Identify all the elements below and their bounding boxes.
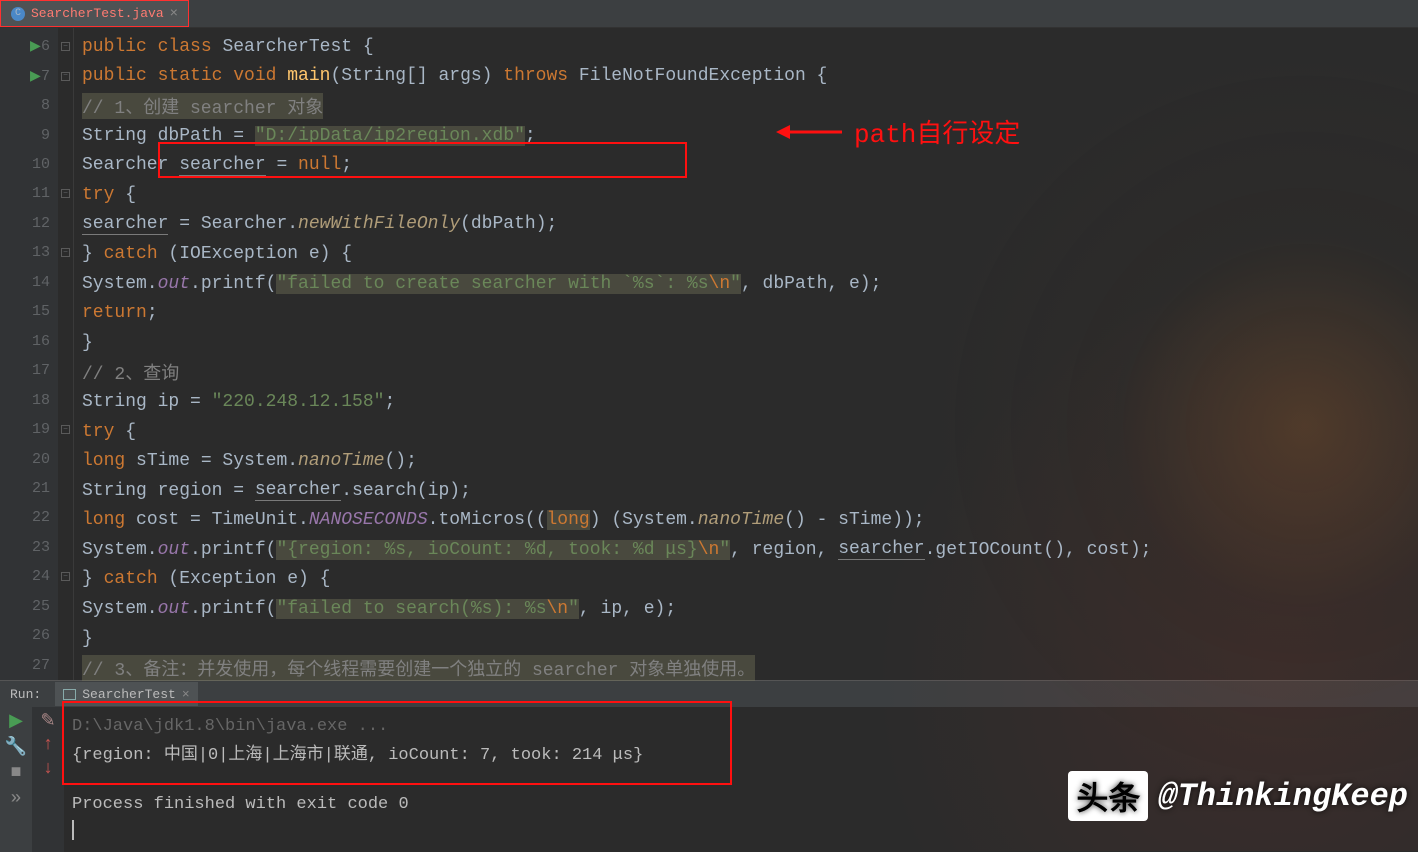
tab-searchertest[interactable]: C SearcherTest.java ×: [0, 0, 189, 27]
fold-gutter: − − − − − −: [58, 28, 74, 680]
fold-icon[interactable]: −: [61, 248, 70, 257]
tab-filename: SearcherTest.java: [31, 6, 164, 21]
fold-icon[interactable]: −: [61, 189, 70, 198]
eraser-icon[interactable]: ✎: [40, 713, 56, 729]
cursor: [72, 820, 74, 840]
console-line: {region: 中国|0|上海|上海市|联通, ioCount: 7, too…: [72, 739, 1410, 765]
run-header: Run: SearcherTest ×: [0, 681, 1418, 707]
run-config-icon: [63, 689, 76, 700]
console-line: D:\Java\jdk1.8\bin\java.exe ...: [72, 713, 1410, 739]
code-editor[interactable]: 6▶ 7▶ 8 9 10 11 12 13 14 15 16 17 18 19 …: [0, 28, 1418, 680]
wrench-icon[interactable]: 🔧: [8, 739, 24, 755]
console-line: Process finished with exit code 0: [72, 791, 1410, 817]
code-content[interactable]: public class SearcherTest { public stati…: [74, 28, 1418, 680]
arrow-down-icon[interactable]: ↓: [40, 761, 56, 777]
run-method-icon[interactable]: ▶: [30, 68, 41, 85]
run-tool-window: Run: SearcherTest × ▶ 🔧 ■ » ✎ ↑ ↓ D:\Jav…: [0, 680, 1418, 851]
run-toolbar: ▶ 🔧 ■ »: [0, 707, 32, 852]
run-tab-searchertest[interactable]: SearcherTest ×: [55, 682, 197, 706]
close-icon[interactable]: ×: [170, 6, 178, 22]
arrow-up-icon[interactable]: ↑: [40, 737, 56, 753]
run-class-icon[interactable]: ▶: [30, 38, 41, 55]
console-toolbar: ✎ ↑ ↓: [32, 707, 64, 852]
editor-tabs: C SearcherTest.java ×: [0, 0, 1418, 28]
console-output[interactable]: D:\Java\jdk1.8\bin\java.exe ... {region:…: [64, 707, 1418, 852]
fold-icon[interactable]: −: [61, 572, 70, 581]
stop-icon[interactable]: ■: [8, 765, 24, 781]
fold-icon[interactable]: −: [61, 42, 70, 51]
close-icon[interactable]: ×: [182, 687, 190, 702]
java-class-icon: C: [11, 7, 25, 21]
fold-icon[interactable]: −: [61, 425, 70, 434]
more-icon[interactable]: »: [8, 791, 24, 807]
fold-icon[interactable]: −: [61, 72, 70, 81]
rerun-icon[interactable]: ▶: [8, 713, 24, 729]
line-number-gutter: 6▶ 7▶ 8 9 10 11 12 13 14 15 16 17 18 19 …: [0, 28, 58, 680]
console-line: [72, 765, 1410, 791]
run-panel-label: Run:: [4, 687, 47, 702]
